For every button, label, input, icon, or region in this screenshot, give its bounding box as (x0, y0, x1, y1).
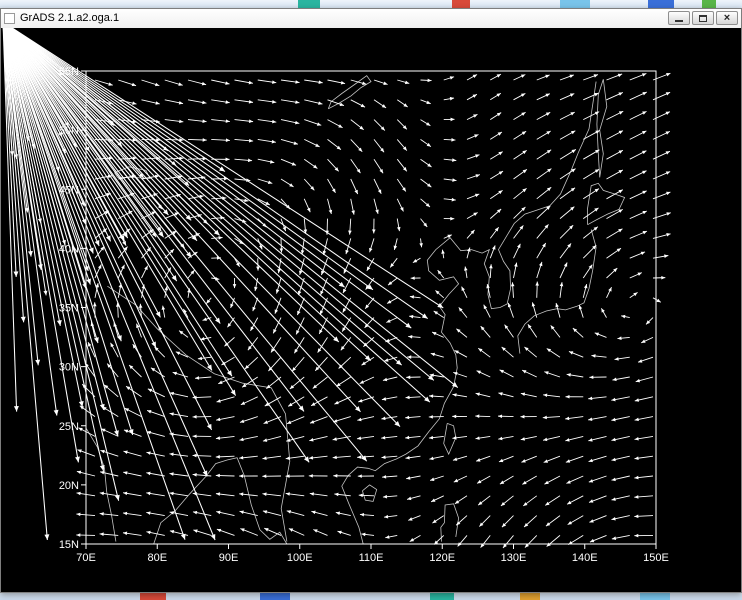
y-tick-label: 15N (59, 539, 79, 551)
y-tick-label: 20N (59, 480, 79, 492)
x-tick-label: 150E (643, 552, 669, 564)
desktop-fragment (140, 592, 166, 600)
desktop-fragment (702, 0, 716, 8)
coastlines (86, 76, 625, 544)
desktop-fragment (298, 0, 320, 8)
desktop-sliver-top (0, 0, 742, 8)
maximize-icon (699, 15, 707, 22)
x-tick-label: 120E (429, 552, 455, 564)
window-title: GrADS 2.1.a2.oga.1 (20, 9, 119, 28)
desktop-fragment (452, 0, 470, 8)
x-tick-label: 80E (147, 552, 167, 564)
maximize-button[interactable] (692, 11, 714, 25)
x-tick-label: 130E (501, 552, 527, 564)
x-tick-label: 100E (287, 552, 313, 564)
x-tick-label: 70E (76, 552, 96, 564)
desktop-fragment (640, 592, 670, 600)
desktop-fragment (520, 592, 540, 600)
grads-window: GrADS 2.1.a2.oga.1 × 70E 80E 90E 100E 110E 12… (0, 8, 742, 593)
x-tick-label: 90E (219, 552, 239, 564)
x-tick-label: 140E (572, 552, 598, 564)
minimize-button[interactable] (668, 11, 690, 25)
plot-svg: 70E 80E 90E 100E 110E 120E 130E 140E 150E 15N 20N 2… (1, 28, 741, 591)
desktop-fragment (260, 592, 290, 600)
window-controls: × (666, 11, 738, 25)
y-tick-label: 25N (59, 421, 79, 433)
desktop-sliver-bottom (0, 592, 742, 600)
close-icon: × (724, 13, 730, 24)
minimize-icon (675, 20, 683, 22)
desktop-fragment (560, 0, 590, 8)
title-bar[interactable]: GrADS 2.1.a2.oga.1 × (1, 9, 741, 29)
window-icon (4, 13, 15, 24)
desktop-fragment (430, 592, 454, 600)
desktop-fragment (648, 0, 674, 8)
x-tick-label: 110E (359, 552, 384, 564)
close-button[interactable]: × (716, 11, 738, 25)
plot-canvas: 70E 80E 90E 100E 110E 120E 130E 140E 150E 15N 20N 2… (1, 28, 741, 591)
